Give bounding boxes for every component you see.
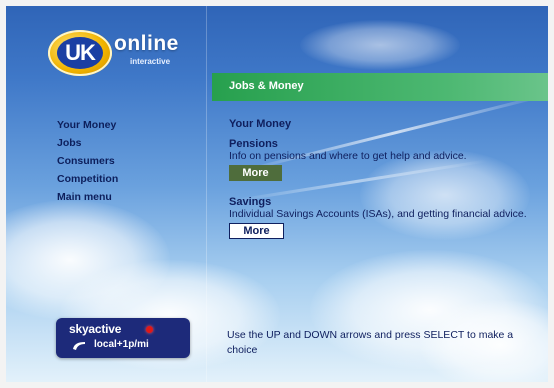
logo-word: online	[114, 32, 179, 55]
section-description: Individual Savings Accounts (ISAs), and …	[229, 208, 527, 220]
main-content: Your Money Pensions Info on pensions and…	[229, 118, 529, 239]
section-description: Info on pensions and where to get help a…	[229, 150, 467, 162]
sky-cloud	[300, 20, 460, 70]
side-nav: Your Money Jobs Consumers Competition Ma…	[57, 116, 118, 206]
call-rate: local+1p/mi	[94, 339, 149, 350]
section-header-bar: Jobs & Money	[212, 73, 548, 101]
section-title: Pensions	[229, 138, 278, 150]
content-heading: Your Money	[229, 118, 292, 130]
savings-section: Savings Individual Savings Accounts (ISA…	[229, 196, 529, 239]
pensions-section: Pensions Info on pensions and where to g…	[229, 138, 529, 181]
red-dot-icon	[146, 326, 153, 333]
nav-item-consumers[interactable]: Consumers	[57, 152, 118, 170]
page-title: Jobs & Money	[229, 80, 304, 92]
uk-online-logo: UK online interactive	[48, 30, 196, 82]
pensions-more-button[interactable]: More	[229, 165, 282, 181]
logo-mark: UK	[57, 37, 103, 69]
skyactive-logo: skyactive	[69, 322, 122, 336]
navigation-hint: Use the UP and DOWN arrows and press SEL…	[227, 329, 514, 356]
skyactive-badge: skyactive local+1p/mi	[56, 318, 190, 358]
tv-screen: UK online interactive Your Money Jobs Co…	[0, 0, 554, 388]
phone-handset-icon	[73, 342, 85, 350]
section-title: Savings	[229, 196, 272, 208]
nav-item-jobs[interactable]: Jobs	[57, 134, 118, 152]
nav-item-main-menu[interactable]: Main menu	[57, 188, 118, 206]
panel-divider	[206, 6, 207, 382]
logo-oval: UK	[48, 30, 112, 76]
logo-tagline: interactive	[130, 57, 171, 66]
savings-more-button[interactable]: More	[229, 223, 284, 239]
nav-item-your-money[interactable]: Your Money	[57, 116, 118, 134]
nav-item-competition[interactable]: Competition	[57, 170, 118, 188]
